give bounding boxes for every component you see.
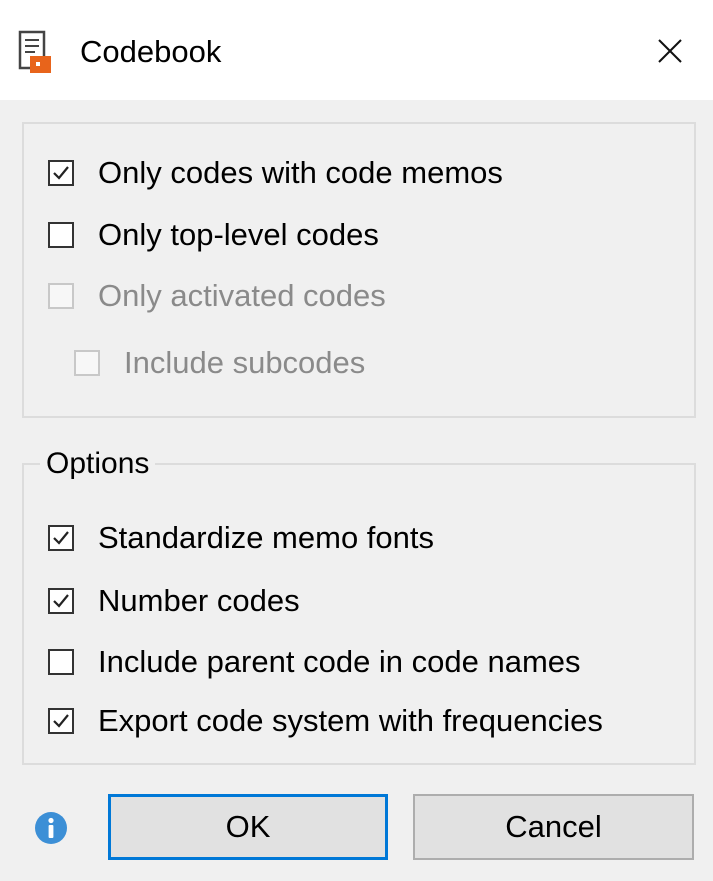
checkbox-include-subcodes: Include subcodes — [74, 343, 365, 383]
checkbox-label: Export code system with frequencies — [98, 703, 603, 738]
checkbox-box[interactable] — [48, 708, 74, 734]
close-icon — [657, 38, 683, 69]
window-title: Codebook — [80, 34, 222, 69]
checkbox-number-codes[interactable]: Number codes — [48, 581, 300, 621]
checkbox-only-codes-with-memos[interactable]: Only codes with code memos — [48, 153, 503, 193]
checkbox-label: Only top-level codes — [98, 217, 379, 252]
checkbox-standardize-memo-fonts[interactable]: Standardize memo fonts — [48, 518, 434, 558]
checkbox-box[interactable] — [48, 525, 74, 551]
checkbox-box[interactable] — [48, 649, 74, 675]
checkbox-box[interactable] — [48, 588, 74, 614]
checkbox-box — [74, 350, 100, 376]
checkbox-only-top-level-codes[interactable]: Only top-level codes — [48, 215, 379, 255]
check-mark-icon — [53, 531, 69, 545]
checkbox-only-activated-codes: Only activated codes — [48, 276, 386, 316]
checkbox-include-parent-code[interactable]: Include parent code in code names — [48, 642, 581, 682]
checkbox-label: Only codes with code memos — [98, 155, 503, 190]
check-mark-icon — [53, 594, 69, 608]
checkbox-box[interactable] — [48, 160, 74, 186]
checkbox-label: Standardize memo fonts — [98, 520, 435, 555]
cancel-button[interactable]: Cancel — [413, 794, 694, 860]
checkbox-label: Only activated codes — [98, 278, 386, 313]
checkbox-label: Include parent code in code names — [98, 644, 581, 679]
options-legend: Options — [40, 446, 156, 482]
ok-button[interactable]: OK — [108, 794, 388, 860]
checkbox-box — [48, 283, 74, 309]
checkbox-label: Include subcodes — [124, 345, 366, 380]
check-mark-icon — [53, 714, 69, 728]
check-mark-icon — [53, 166, 69, 180]
codebook-doc-icon — [18, 30, 52, 74]
checkbox-box[interactable] — [48, 222, 74, 248]
checkbox-label: Number codes — [98, 583, 300, 618]
title-bar: Codebook — [0, 0, 713, 100]
checkbox-export-with-frequencies[interactable]: Export code system with frequencies — [48, 701, 603, 741]
close-button[interactable] — [645, 28, 695, 78]
info-icon[interactable] — [34, 811, 68, 845]
